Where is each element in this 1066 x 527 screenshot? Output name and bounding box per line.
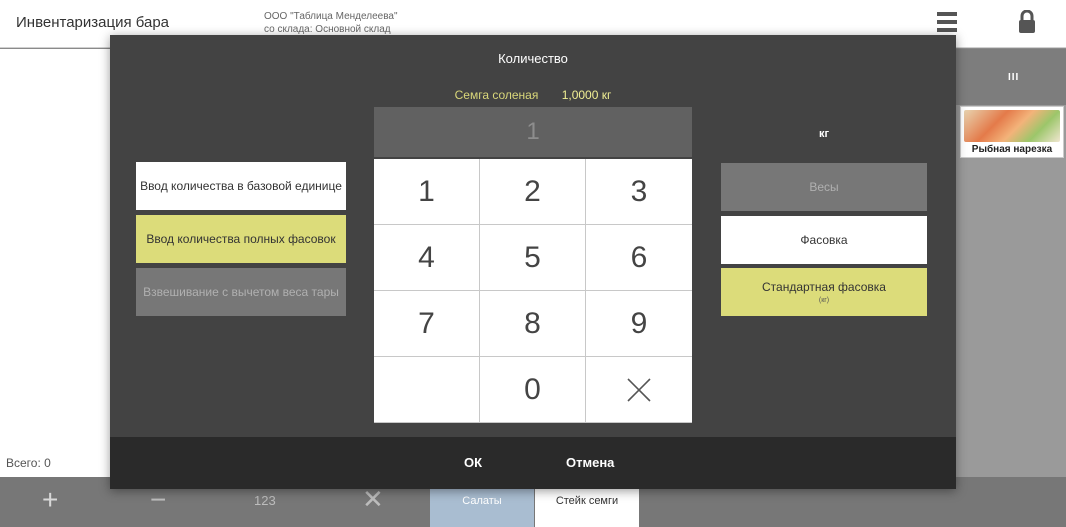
backspace-key[interactable] [586, 357, 692, 422]
dialog-footer: ОК Отмена [110, 437, 956, 489]
grid-view-icon[interactable]: III [1008, 72, 1019, 83]
add-button[interactable]: + [42, 484, 58, 516]
cancel-button[interactable]: Отмена [566, 455, 614, 470]
key-8[interactable]: 8 [480, 291, 585, 356]
key-4[interactable]: 4 [374, 225, 479, 290]
item-quantity: 1,0000 кг [561, 88, 612, 102]
key-7[interactable]: 7 [374, 291, 479, 356]
key-6[interactable]: 6 [586, 225, 692, 290]
numeric-input-button[interactable]: 123 [254, 493, 276, 508]
scales-button-label: Весы [809, 180, 839, 194]
hamburger-menu-icon[interactable] [937, 12, 957, 32]
mode-tare-weighing-button[interactable]: Взвешивание с вычетом веса тары [136, 268, 346, 316]
standard-package-label: Стандартная фасовка [762, 280, 886, 294]
tab-salmon-steak[interactable]: Стейк семги [535, 489, 639, 527]
dialog-title: Количество [498, 51, 568, 66]
key-9[interactable]: 9 [586, 291, 692, 356]
item-info: Семга соленая 1,0000 кг [110, 88, 956, 102]
quantity-dialog: Количество Семга соленая 1,0000 кг Ввод … [110, 35, 956, 489]
numeric-keypad: 1 2 3 4 5 6 7 8 9 0 [374, 159, 692, 423]
tab-salads[interactable]: Салаты [430, 489, 534, 527]
product-tile[interactable]: Рыбная нарезка [960, 106, 1064, 158]
mode-full-packages-button[interactable]: Ввод количества полных фасовок [136, 215, 346, 263]
total-count: Всего: 0 [6, 456, 51, 470]
page-title: Инвентаризация бара [16, 14, 170, 31]
key-0[interactable]: 0 [480, 357, 585, 422]
standard-package-unit: (кг) [818, 297, 830, 304]
store-name: со склада: Основной склад [264, 24, 391, 35]
unit-label: кг [818, 128, 830, 140]
key-1[interactable]: 1 [374, 159, 479, 224]
ok-button[interactable]: ОК [464, 455, 482, 470]
product-tile-label: Рыбная нарезка [971, 144, 1053, 155]
item-name: Семга соленая [454, 88, 539, 102]
scales-button[interactable]: Весы [721, 163, 927, 211]
lock-icon[interactable] [1018, 9, 1036, 34]
organization-name: ООО "Таблица Менделеева" [264, 11, 398, 22]
package-button[interactable]: Фасовка [721, 216, 927, 264]
key-3[interactable]: 3 [586, 159, 692, 224]
key-2[interactable]: 2 [480, 159, 585, 224]
clear-icon [627, 377, 651, 402]
key-5[interactable]: 5 [480, 225, 585, 290]
package-button-label: Фасовка [800, 233, 848, 247]
mode-base-unit-button[interactable]: Ввод количества в базовой единице [136, 162, 346, 210]
standard-package-button[interactable]: Стандартная фасовка (кг) [721, 268, 927, 316]
key-empty [374, 357, 479, 422]
quantity-display: 1 [374, 107, 692, 157]
product-image [964, 110, 1060, 142]
